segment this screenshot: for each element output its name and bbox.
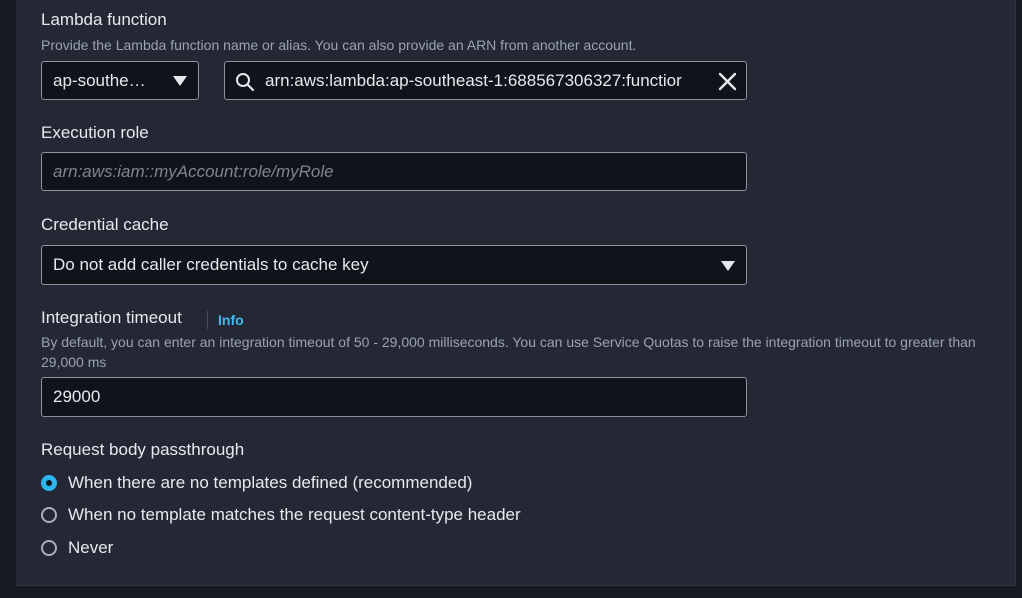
caret-down-icon (721, 261, 735, 271)
lambda-function-value: arn:aws:lambda:ap-southeast-1:6885673063… (265, 70, 682, 90)
info-divider (207, 311, 208, 329)
integration-timeout-label: Integration timeout (41, 308, 182, 327)
region-select[interactable]: ap-southe… (41, 61, 199, 100)
lambda-function-input[interactable]: arn:aws:lambda:ap-southeast-1:6885673063… (224, 61, 747, 100)
radio-unselected-icon[interactable] (41, 540, 57, 556)
execution-role-placeholder: arn:aws:iam::myAccount:role/myRole (53, 161, 334, 181)
integration-timeout-input[interactable]: 29000 (41, 377, 747, 417)
page-gutter (1016, 0, 1022, 598)
radio-unselected-icon[interactable] (41, 507, 57, 523)
close-icon[interactable] (718, 72, 737, 91)
info-link[interactable]: Info (218, 310, 244, 330)
radio-option-label: Never (68, 538, 114, 557)
search-icon (236, 73, 255, 92)
integration-timeout-description: By default, you can enter an integration… (41, 334, 976, 370)
execution-role-label: Execution role (41, 123, 149, 142)
credential-cache-value: Do not add caller credentials to cache k… (53, 255, 369, 274)
lambda-function-description: Provide the Lambda function name or alia… (41, 37, 637, 53)
radio-option-label: When there are no templates defined (rec… (68, 473, 473, 492)
request-body-passthrough-label: Request body passthrough (41, 440, 245, 459)
credential-cache-label: Credential cache (41, 215, 169, 234)
passthrough-option-never[interactable]: Never (41, 537, 113, 559)
credential-cache-select[interactable]: Do not add caller credentials to cache k… (41, 245, 747, 285)
radio-option-label: When no template matches the request con… (68, 505, 521, 524)
execution-role-input[interactable]: arn:aws:iam::myAccount:role/myRole (41, 152, 747, 191)
radio-selected-icon[interactable] (41, 475, 57, 491)
passthrough-option-no-templates[interactable]: When there are no templates defined (rec… (41, 472, 472, 494)
region-select-value: ap-southe… (53, 70, 146, 90)
passthrough-option-no-match[interactable]: When no template matches the request con… (41, 504, 521, 526)
caret-down-icon (173, 76, 187, 86)
lambda-function-label: Lambda function (41, 10, 167, 29)
integration-timeout-value: 29000 (53, 387, 101, 406)
